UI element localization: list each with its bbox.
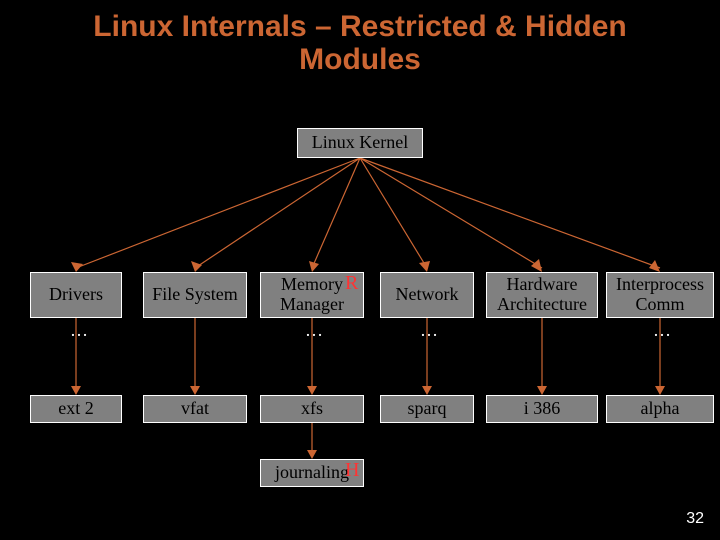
node-file-system: File System [143, 272, 247, 318]
badge-restricted: R [345, 272, 358, 295]
node-label-line1: Memory [281, 274, 343, 294]
node-label-line1: Interprocess [616, 274, 704, 294]
node-label: Drivers [49, 285, 103, 305]
node-drivers: Drivers [30, 272, 122, 318]
title-line2: Modules [299, 43, 421, 76]
node-label: vfat [181, 399, 209, 419]
node-label-line1: Hardware [507, 274, 578, 294]
node-label: xfs [301, 399, 323, 419]
node-ext2: ext 2 [30, 395, 122, 423]
ellipsis: … [305, 320, 323, 341]
title-line1: Linux Internals – Restricted & Hidden [93, 10, 626, 43]
node-linux-kernel: Linux Kernel [297, 128, 423, 158]
node-label: ext 2 [58, 399, 94, 419]
node-network: Network [380, 272, 474, 318]
node-alpha: alpha [606, 395, 714, 423]
node-interprocess-comm: Interprocess Comm [606, 272, 714, 318]
node-vfat: vfat [143, 395, 247, 423]
node-xfs: xfs [260, 395, 364, 423]
node-label: Network [396, 285, 459, 305]
ellipsis: … [653, 320, 671, 341]
node-label: File System [152, 285, 238, 305]
node-label-line2: Manager [280, 294, 344, 314]
ellipsis: … [420, 320, 438, 341]
node-label: sparq [408, 399, 447, 419]
node-label: journaling [275, 463, 349, 483]
node-label-line2: Comm [635, 294, 684, 314]
badge-hidden: H [345, 459, 359, 482]
node-sparq: sparq [380, 395, 474, 423]
node-label-line2: Architecture [497, 294, 587, 314]
ellipsis: … [70, 320, 88, 341]
slide-title: Linux Internals – Restricted & Hidden Mo… [0, 10, 720, 76]
node-label: Linux Kernel [312, 133, 408, 153]
node-label: alpha [641, 399, 680, 419]
node-label: i 386 [524, 399, 561, 419]
node-hardware-architecture: Hardware Architecture [486, 272, 598, 318]
slide-number: 32 [686, 510, 704, 528]
node-i386: i 386 [486, 395, 598, 423]
